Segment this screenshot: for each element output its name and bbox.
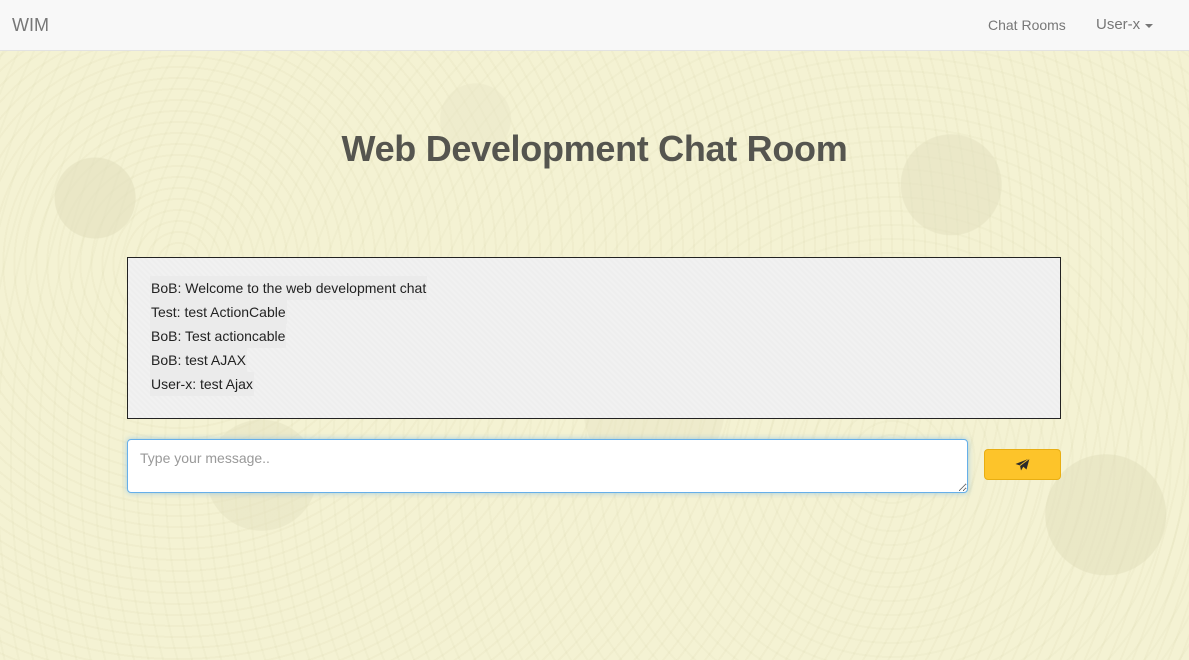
- send-button[interactable]: [984, 449, 1061, 480]
- caret-down-icon: [1145, 23, 1154, 28]
- paper-plane-icon: [1015, 458, 1030, 471]
- message-item: BoB: Test actioncable: [150, 324, 287, 348]
- message-item: Test: test ActionCable: [150, 300, 287, 324]
- brand-logo[interactable]: WIM: [12, 15, 49, 36]
- message-input[interactable]: [127, 439, 968, 493]
- message-item: BoB: Welcome to the web development chat: [150, 276, 428, 300]
- page-title: Web Development Chat Room: [341, 128, 848, 169]
- user-menu-dropdown[interactable]: User-x: [1096, 16, 1154, 33]
- chat-rooms-link[interactable]: Chat Rooms: [988, 17, 1066, 33]
- messages-panel[interactable]: BoB: Welcome to the web development chat…: [127, 257, 1061, 419]
- navbar: WIM Chat Rooms User-x: [0, 0, 1189, 51]
- user-menu-label: User-x: [1096, 16, 1141, 33]
- message-item: BoB: test AJAX: [150, 348, 247, 372]
- message-item: User-x: test Ajax: [150, 372, 254, 396]
